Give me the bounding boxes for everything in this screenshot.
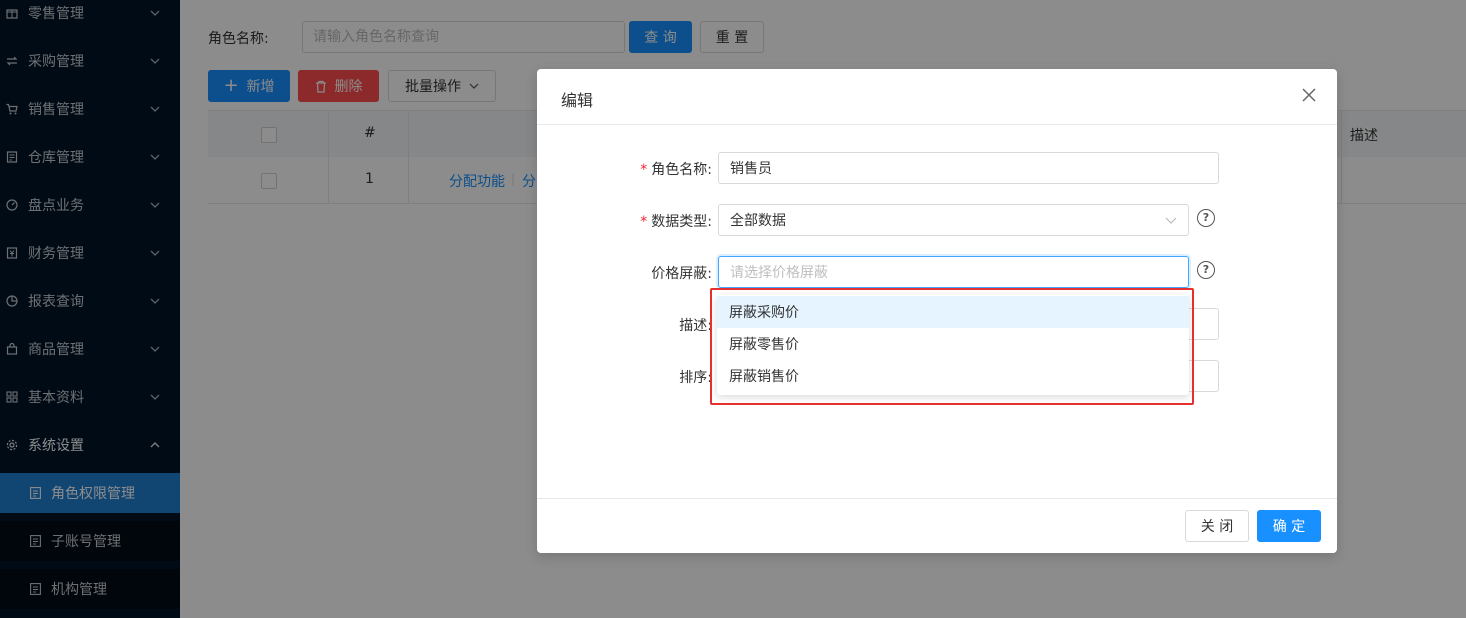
close-button[interactable]: 关 闭 <box>1185 510 1249 542</box>
dropdown-option[interactable]: 屏蔽销售价 <box>717 360 1189 392</box>
modal-title: 编辑 <box>561 91 594 110</box>
question-circle-icon[interactable]: ? <box>1197 261 1215 279</box>
role-name-label: * 角色名称: <box>640 162 712 178</box>
chevron-down-icon <box>1165 217 1177 224</box>
price-mask-select[interactable]: 请选择价格屏蔽 <box>718 256 1189 288</box>
modal-footer: 关 闭 确 定 <box>537 498 1337 554</box>
close-icon[interactable] <box>1299 85 1319 105</box>
data-type-select[interactable]: 全部数据 <box>718 204 1189 236</box>
price-mask-label: 价格屏蔽: <box>651 266 712 282</box>
data-type-label: * 数据类型: <box>640 214 712 230</box>
sort-label: 排序: <box>679 370 712 386</box>
description-label: 描述: <box>679 318 712 334</box>
price-mask-dropdown: 屏蔽采购价 屏蔽零售价 屏蔽销售价 <box>717 295 1189 395</box>
modal-header: 编辑 <box>537 69 1337 125</box>
dropdown-option[interactable]: 屏蔽零售价 <box>717 328 1189 360</box>
role-name-input[interactable]: 销售员 <box>718 152 1219 184</box>
required-mark: * <box>640 162 648 178</box>
required-mark: * <box>640 214 648 230</box>
dropdown-option[interactable]: 屏蔽采购价 <box>717 296 1189 328</box>
question-circle-icon[interactable]: ? <box>1197 209 1215 227</box>
ok-button[interactable]: 确 定 <box>1257 510 1321 542</box>
